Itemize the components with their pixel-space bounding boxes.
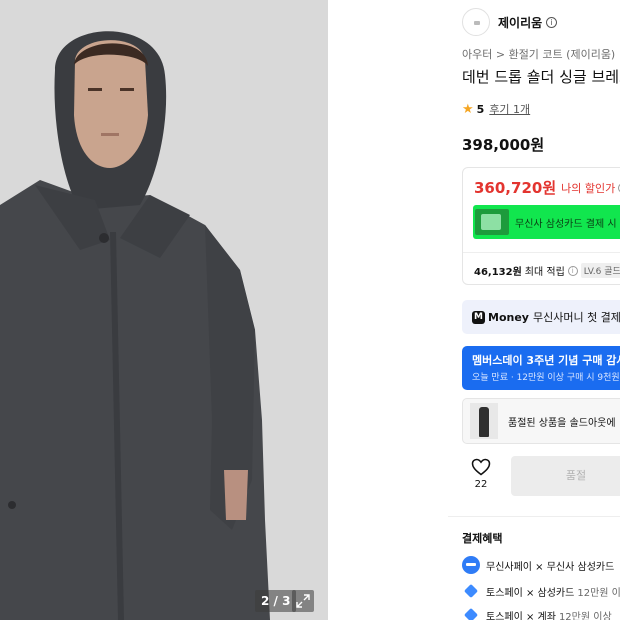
like-button[interactable]: 22 — [462, 458, 500, 490]
product-image[interactable]: 2 / 3 — [0, 0, 328, 620]
reviews-link[interactable]: 후기 1개 — [489, 101, 530, 117]
rating-score: 5 — [476, 102, 485, 116]
benefit-note: 12만원 이상 — [558, 611, 612, 620]
points-label: 최대 적립 — [524, 267, 565, 278]
payment-benefits-title: 결제혜택 — [462, 532, 503, 545]
sale-price-row: 360,720원 나의 할인가 i — [474, 177, 620, 198]
money-banner[interactable]: M Money 무신사머니 첫 결제 시 — [462, 300, 620, 334]
star-icon: ★ — [462, 101, 474, 117]
event-banner[interactable]: 멤버스데이 3주년 기념 구매 감사 오늘 만료 · 12만원 이상 구매 시 … — [462, 346, 620, 390]
product-info-panel: 제이리움 i 아우터 > 환절기 코트 (제이리움) 데번 드롭 숄더 싱글 브… — [448, 0, 620, 620]
info-icon[interactable]: i — [546, 16, 558, 28]
soldout-text: 품절된 상품을 솔드아웃에 — [508, 417, 616, 429]
discount-box: 360,720원 나의 할인가 i 무신사 삼성카드 결제 시 46,132원 … — [462, 167, 620, 285]
product-photo-model — [0, 0, 328, 620]
divider — [448, 516, 620, 517]
payment-benefit-item[interactable]: 토스페이 × 계좌 12만원 이상 — [462, 606, 612, 620]
buy-button[interactable]: 품절 — [511, 456, 620, 496]
payment-benefit-item[interactable]: 무신사페이 × 무신사 삼성카드 — [462, 556, 614, 574]
benefit-label: 토스페이 × 계좌 — [486, 611, 556, 620]
benefit-label: 무신사페이 × 무신사 삼성카드 — [486, 561, 615, 573]
event-subtitle: 오늘 만료 · 12만원 이상 구매 시 9천원 적립 — [472, 373, 620, 383]
content-gutter — [328, 0, 448, 620]
card-promo-text: 무신사 삼성카드 결제 시 — [515, 218, 617, 230]
musinsa-pay-icon — [462, 556, 480, 574]
brand-name[interactable]: 제이리움 — [498, 14, 542, 31]
toss-pay-icon — [462, 582, 480, 600]
money-logo-icon: M — [472, 310, 485, 324]
points-row: 46,132원 최대 적립 i LV.6 골드 — [474, 263, 620, 278]
soldout-banner[interactable]: 품절된 상품을 솔드아웃에 — [462, 398, 620, 444]
benefit-note: 12만원 이 — [577, 587, 620, 599]
benefit-label: 토스페이 × 삼성카드 — [486, 587, 575, 599]
points-amount: 46,132원 — [474, 267, 522, 278]
level-badge: LV.6 골드 — [580, 263, 620, 278]
payment-benefit-item[interactable]: 토스페이 × 삼성카드 12만원 이 — [462, 582, 620, 600]
rating-row: ★ 5 후기 1개 — [462, 101, 530, 117]
money-banner-text: 무신사머니 첫 결제 시 — [532, 311, 620, 324]
original-price: 398,000원 — [462, 136, 545, 154]
image-counter: 2 / 3 — [255, 590, 297, 612]
breadcrumb[interactable]: 아우터 > 환절기 코트 (제이리움) — [462, 46, 615, 62]
money-brand: Money — [488, 310, 529, 324]
sale-price-label: 나의 할인가 — [561, 181, 616, 195]
product-thumbnail — [470, 403, 498, 439]
expand-button[interactable] — [292, 590, 314, 612]
brand-logo[interactable] — [462, 8, 490, 36]
expand-icon — [296, 594, 310, 608]
toss-pay-icon — [462, 606, 480, 620]
card-promo-banner[interactable]: 무신사 삼성카드 결제 시 — [473, 205, 620, 239]
card-image — [475, 209, 509, 235]
event-title: 멤버스데이 3주년 기념 구매 감사 — [472, 354, 620, 367]
info-icon[interactable]: i — [567, 265, 578, 276]
brand-row[interactable]: 제이리움 i — [462, 8, 558, 36]
sale-price: 360,720원 — [474, 179, 557, 197]
heart-icon — [471, 458, 491, 476]
divider — [463, 252, 620, 253]
like-count: 22 — [474, 479, 488, 490]
product-title: 데번 드롭 숄더 싱글 브레스 — [462, 68, 620, 86]
